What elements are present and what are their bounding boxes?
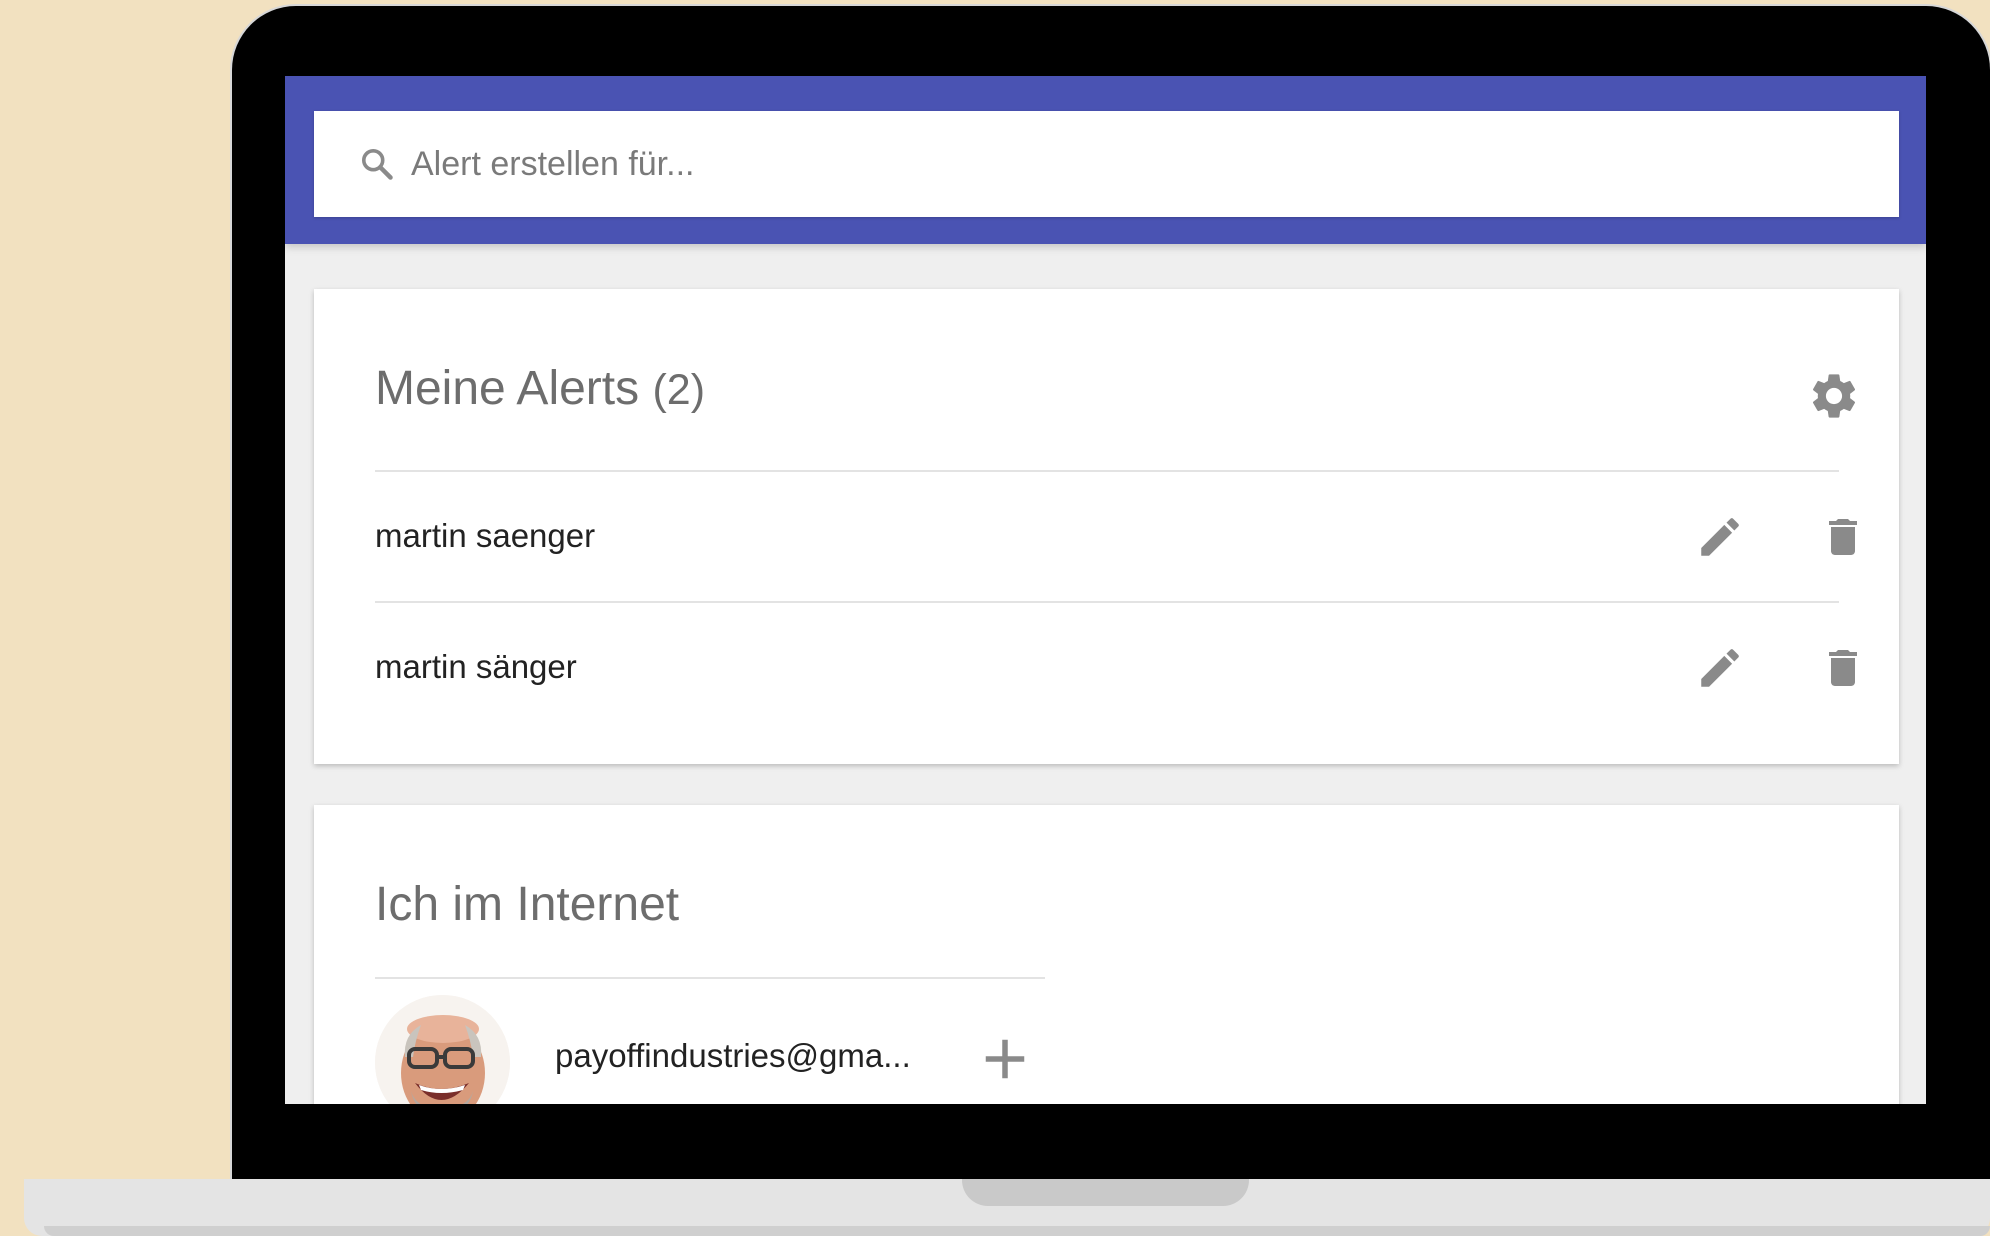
trash-icon[interactable] <box>1819 643 1867 693</box>
laptop-notch <box>962 1179 1249 1206</box>
search-placeholder: Alert erstellen für... <box>411 145 695 183</box>
gear-icon[interactable] <box>1807 369 1861 423</box>
avatar-portrait <box>375 995 510 1104</box>
laptop-base-edge <box>44 1226 1990 1236</box>
alert-label: martin sänger <box>375 648 577 685</box>
account-email: payoffindustries@gma... <box>555 1037 911 1074</box>
alert-label: martin saenger <box>375 517 596 554</box>
alert-row[interactable]: martin saenger <box>375 472 1857 600</box>
search-icon <box>361 148 393 180</box>
me-on-the-web-card: Ich im Internet payoffindustries@gma... <box>314 805 1899 1104</box>
pencil-icon[interactable] <box>1695 643 1745 693</box>
header-bar: Alert erstellen für... <box>285 76 1926 244</box>
divider <box>375 977 1045 979</box>
internet-title: Ich im Internet <box>375 878 680 931</box>
pencil-icon[interactable] <box>1695 512 1745 562</box>
my-alerts-card: Meine Alerts (2) martin saenger martin s… <box>314 289 1899 764</box>
search-input[interactable]: Alert erstellen für... <box>314 111 1899 217</box>
alert-row[interactable]: martin sänger <box>375 603 1857 731</box>
card-title: Meine Alerts (2) <box>375 361 705 416</box>
plus-icon[interactable] <box>983 1037 1027 1081</box>
avatar <box>375 995 510 1104</box>
alerts-title: Meine Alerts <box>375 362 640 415</box>
screen: Alert erstellen für... Meine Alerts (2) … <box>285 76 1926 1104</box>
alerts-count: (2) <box>652 366 706 414</box>
trash-icon[interactable] <box>1819 512 1867 562</box>
